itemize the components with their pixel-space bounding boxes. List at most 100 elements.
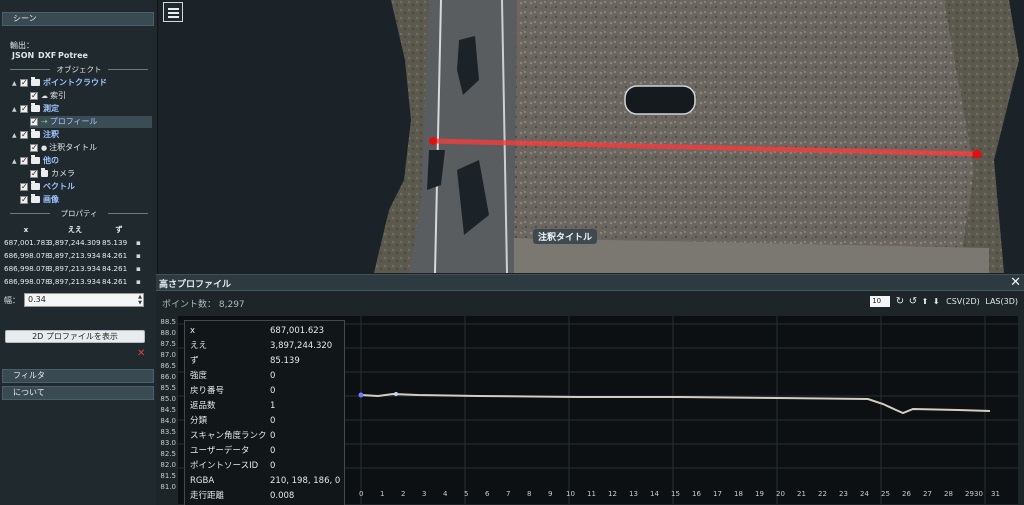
- cell-x: 686,998.078: [4, 277, 50, 286]
- filter-label: フィルタ: [13, 371, 45, 380]
- folder-icon: [31, 129, 40, 138]
- point-info-panel: x 687,001.623 ええ 3,897,244.320 ず 85.139 強度 0…: [184, 320, 345, 505]
- y-tick: 82.5: [160, 450, 176, 458]
- checkbox[interactable]: [20, 129, 28, 141]
- las-export-link[interactable]: LAS(3D): [985, 297, 1018, 306]
- tree-node-measure[interactable]: ▲ 測定: [12, 103, 59, 115]
- point-cloud-viewport[interactable]: 注釈タイトル: [159, 0, 1024, 273]
- column-header-y: ええ: [67, 225, 83, 234]
- point-count-value: 8,297: [218, 300, 245, 310]
- y-tick: 86.5: [160, 362, 176, 370]
- about-label: について: [13, 388, 45, 397]
- table-row: 686,998.078 3,897,213.934 84.261 ▪: [4, 262, 154, 275]
- camera-icon: [41, 168, 48, 177]
- checkbox[interactable]: [20, 181, 28, 193]
- x-tick: 7: [506, 490, 511, 498]
- expand-icon[interactable]: ▲: [12, 156, 20, 168]
- folder-icon: [31, 181, 40, 190]
- show-2d-profile-button[interactable]: 2D プロファイルを表示: [5, 330, 145, 343]
- tree-label: 注釈タイトル: [49, 143, 98, 152]
- folder-icon: [31, 77, 40, 86]
- x-tick: 5: [464, 490, 469, 498]
- tree-node-images[interactable]: 画像: [20, 194, 59, 206]
- point-count: ポイント数： 8,297: [162, 297, 245, 310]
- close-icon[interactable]: ✕: [137, 348, 145, 359]
- tree-node-annotations[interactable]: ▲ 注釈: [12, 129, 59, 141]
- tree-label: ポイントクラウド: [43, 78, 107, 87]
- info-row: ず 85.139: [190, 356, 300, 366]
- folder-icon: [31, 194, 40, 203]
- menu-icon: [168, 8, 179, 10]
- spinner-icon[interactable]: ▲ ▼: [138, 294, 142, 306]
- rotate-ccw-icon[interactable]: ↺: [909, 296, 917, 307]
- copy-icon[interactable]: ▪: [136, 262, 146, 275]
- x-tick: 17: [713, 490, 722, 498]
- cell-y: 3,897,213.934: [48, 264, 101, 273]
- tree-label: 注釈: [43, 130, 59, 139]
- download-icon[interactable]: ⬇: [933, 297, 940, 306]
- cell-y: 3,897,213.934: [48, 251, 101, 260]
- copy-icon[interactable]: ▪: [136, 275, 146, 288]
- x-tick: 18: [734, 490, 743, 498]
- x-tick: 8: [527, 490, 532, 498]
- checkbox[interactable]: [20, 77, 28, 89]
- tree-node-pointcloud[interactable]: ▲ ポイントクラウド: [12, 77, 107, 89]
- tree-label: ベクトル: [43, 182, 75, 191]
- info-row: RGBA 210, 198, 186, 0: [190, 476, 341, 486]
- x-tick: 27: [923, 490, 932, 498]
- x-tick: 10: [566, 490, 575, 498]
- tree-node-vector[interactable]: ベクトル: [20, 181, 75, 193]
- table-header: x ええ ず: [4, 223, 154, 236]
- checkbox[interactable]: [20, 103, 28, 115]
- x-tick: 21: [797, 490, 806, 498]
- width-input[interactable]: 0.34 ▲ ▼: [24, 293, 144, 307]
- rotate-cw-icon[interactable]: ↻: [896, 296, 904, 307]
- cell-z: 84.261: [102, 277, 128, 286]
- cell-z: 85.139: [102, 238, 128, 247]
- threshold-input[interactable]: 10: [870, 296, 891, 307]
- tree-node-camera[interactable]: カメラ: [30, 168, 75, 180]
- checkbox[interactable]: [20, 194, 28, 206]
- y-tick: 81.0: [160, 483, 176, 491]
- x-tick: 13: [629, 490, 638, 498]
- filter-accordion[interactable]: フィルタ: [2, 369, 154, 383]
- x-tick: 0: [359, 490, 364, 498]
- tree-node-profile[interactable]: ⇢プロフィール: [30, 116, 152, 128]
- column-header-z: ず: [115, 225, 123, 234]
- export-dxf-link[interactable]: DXF: [38, 51, 56, 60]
- scene-accordion[interactable]: シーン: [2, 12, 154, 26]
- checkbox[interactable]: [30, 90, 38, 102]
- move-up-icon[interactable]: ⬆: [922, 297, 929, 306]
- copy-icon[interactable]: ▪: [136, 249, 146, 262]
- menu-button[interactable]: [163, 2, 183, 22]
- expand-icon[interactable]: ▲: [12, 78, 20, 90]
- tree-node-other[interactable]: ▲ 他の: [12, 155, 59, 167]
- csv-export-link[interactable]: CSV(2D): [946, 297, 980, 306]
- info-row: ポイントソースID 0: [190, 461, 276, 471]
- pin-icon: ●: [41, 144, 48, 152]
- export-json-link[interactable]: JSON: [12, 51, 34, 60]
- x-tick: 19: [755, 490, 764, 498]
- info-row: x 687,001.623: [190, 326, 325, 336]
- annotation-label[interactable]: 注釈タイトル: [533, 229, 598, 244]
- tree-node-annotation-title[interactable]: ●注釈タイトル: [30, 142, 97, 154]
- tree-node-index[interactable]: ☁索引: [30, 90, 66, 102]
- close-icon[interactable]: ✕: [1010, 275, 1021, 290]
- x-tick: 12: [608, 490, 617, 498]
- checkbox[interactable]: [30, 142, 38, 154]
- copy-icon[interactable]: ▪: [136, 236, 146, 249]
- coordinates-table: x ええ ず 687,001.783 3,897,244.309 85.139 …: [4, 223, 154, 288]
- expand-icon[interactable]: ▲: [12, 130, 20, 142]
- info-row: ええ 3,897,244.320: [190, 341, 333, 351]
- profile-title-bar[interactable]: 高さプロファイル ✕: [156, 275, 1024, 291]
- export-potree-link[interactable]: Potree: [58, 51, 88, 60]
- about-accordion[interactable]: について: [2, 386, 154, 400]
- cell-x: 687,001.783: [4, 238, 50, 247]
- checkbox[interactable]: [30, 168, 38, 180]
- expand-icon[interactable]: ▲: [12, 104, 20, 116]
- checkbox[interactable]: [20, 155, 28, 167]
- checkbox[interactable]: [30, 116, 38, 128]
- x-tick: 22: [818, 490, 827, 498]
- x-tick: 25: [881, 490, 890, 498]
- tree-label: 画像: [43, 195, 59, 204]
